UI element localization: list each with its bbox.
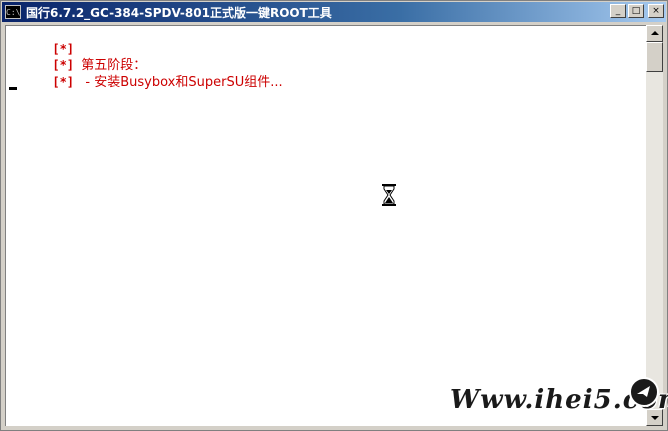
scroll-down-arrow-icon (651, 416, 659, 420)
scroll-up-button[interactable] (646, 25, 663, 42)
console-output[interactable]: [*] [*] 第五阶段： [*] - 安装Busybox和SuperSU组件.… (5, 25, 646, 426)
console-line: [*] - 安装Busybox和SuperSU组件... (9, 61, 283, 104)
line-prefix: [*] (52, 75, 75, 89)
vertical-scrollbar[interactable] (646, 25, 663, 426)
scroll-up-arrow-icon (651, 31, 659, 35)
close-button[interactable]: × (648, 4, 664, 18)
window-controls: _ □ × (610, 4, 664, 18)
line-text: - 安装Busybox和SuperSU组件... (81, 75, 283, 90)
scroll-thumb[interactable] (646, 42, 663, 72)
title-bar[interactable]: C:\ 国行6.7.2_GC-384-SPDV-801正式版一键ROOT工具 _… (2, 2, 666, 22)
console-window: C:\ 国行6.7.2_GC-384-SPDV-801正式版一键ROOT工具 _… (0, 0, 668, 431)
minimize-button[interactable]: _ (610, 4, 626, 18)
hourglass-icon (382, 184, 396, 206)
text-cursor (9, 87, 17, 90)
console-app-icon[interactable]: C:\ (5, 5, 21, 19)
window-title: 国行6.7.2_GC-384-SPDV-801正式版一键ROOT工具 (26, 5, 332, 20)
watermark-logo-icon (629, 377, 659, 407)
maximize-button[interactable]: □ (628, 4, 644, 18)
